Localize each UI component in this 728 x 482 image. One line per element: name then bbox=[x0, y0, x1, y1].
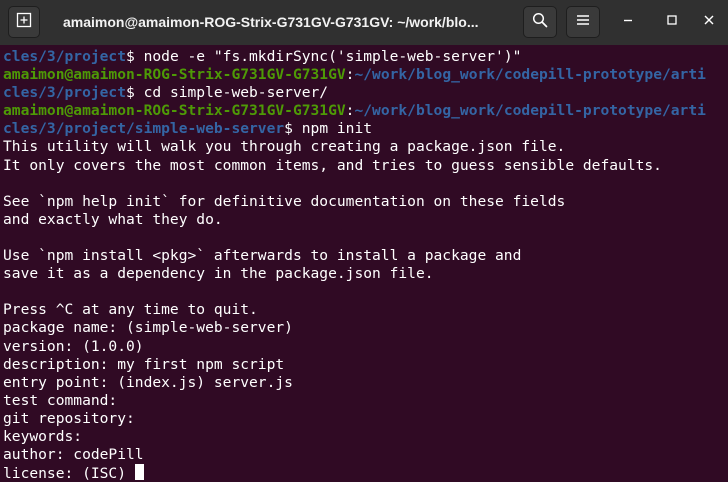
terminal-line: This utility will walk you through creat… bbox=[3, 138, 728, 156]
text-cursor bbox=[134, 464, 144, 481]
terminal-text: test command: bbox=[3, 391, 118, 409]
terminal-text: Use `npm install <pkg>` afterwards to in… bbox=[3, 247, 522, 265]
terminal-line: and exactly what they do. bbox=[3, 211, 728, 229]
terminal-text: author: codePill bbox=[3, 446, 144, 464]
terminal-text: git repository: bbox=[3, 409, 135, 427]
terminal-line: description: my first npm script bbox=[3, 356, 728, 374]
terminal-line: keywords: bbox=[3, 428, 728, 446]
terminal-text: entry point: (index.js) server.js bbox=[3, 373, 293, 391]
hamburger-menu-icon bbox=[575, 12, 591, 33]
terminal-line: cles/3/project$ node -e "fs.mkdirSync('s… bbox=[3, 48, 728, 66]
terminal-output[interactable]: cles/3/project$ node -e "fs.mkdirSync('s… bbox=[0, 45, 728, 482]
terminal-line: git repository: bbox=[3, 410, 728, 428]
prompt-path: cles/3/project/simple-web-server bbox=[3, 120, 285, 138]
terminal-text: See `npm help init` for definitive docum… bbox=[3, 192, 566, 210]
terminal-line: test command: bbox=[3, 392, 728, 410]
terminal-line: See `npm help init` for definitive docum… bbox=[3, 193, 728, 211]
terminal-line: cles/3/project/simple-web-server$ npm in… bbox=[3, 120, 728, 138]
prompt-user: amaimon@amaimon-ROG-Strix-G731GV-G731GV bbox=[3, 102, 346, 120]
terminal-line: It only covers the most common items, an… bbox=[3, 157, 728, 175]
terminal-text: This utility will walk you through creat… bbox=[3, 138, 566, 156]
search-icon bbox=[532, 12, 548, 33]
terminal-line: version: (1.0.0) bbox=[3, 338, 728, 356]
terminal-text: $ node -e "fs.mkdirSync('simple-web-serv… bbox=[126, 48, 522, 65]
terminal-text: license: (ISC) bbox=[3, 465, 135, 482]
terminal-text: Press ^C at any time to quit. bbox=[3, 301, 258, 319]
close-icon bbox=[703, 13, 715, 31]
terminal-text: It only covers the most common items, an… bbox=[3, 156, 662, 174]
terminal-line: Press ^C at any time to quit. bbox=[3, 301, 728, 319]
prompt-path: cles/3/project bbox=[3, 84, 127, 102]
terminal-line: amaimon@amaimon-ROG-Strix-G731GV-G731GV:… bbox=[3, 66, 728, 84]
new-tab-button[interactable] bbox=[8, 6, 40, 38]
terminal-line: Use `npm install <pkg>` afterwards to in… bbox=[3, 247, 728, 265]
minimize-icon bbox=[622, 13, 634, 31]
maximize-icon bbox=[666, 13, 678, 31]
terminal-text: keywords: bbox=[3, 427, 83, 445]
terminal-line: save it as a dependency in the package.j… bbox=[3, 265, 728, 283]
terminal-line: cles/3/project$ cd simple-web-server/ bbox=[3, 84, 728, 102]
terminal-line: author: codePill bbox=[3, 446, 728, 464]
prompt-user: amaimon@amaimon-ROG-Strix-G731GV-G731GV bbox=[3, 66, 346, 84]
prompt-path: ~/work/blog_work/codepill-prototype/arti bbox=[354, 66, 706, 84]
prompt-path: cles/3/project bbox=[3, 48, 127, 65]
maximize-button[interactable] bbox=[660, 10, 684, 34]
search-button[interactable] bbox=[523, 6, 557, 38]
terminal-text: description: my first npm script bbox=[3, 355, 285, 373]
minimize-button[interactable] bbox=[616, 10, 640, 34]
close-button[interactable] bbox=[697, 10, 721, 34]
window-title: amaimon@amaimon-ROG-Strix-G731GV-G731GV:… bbox=[63, 14, 479, 30]
menu-button[interactable] bbox=[566, 6, 600, 38]
terminal-text: $ npm init bbox=[284, 120, 373, 138]
terminal-window: amaimon@amaimon-ROG-Strix-G731GV-G731GV:… bbox=[0, 0, 728, 482]
terminal-text: version: (1.0.0) bbox=[3, 337, 144, 355]
terminal-text: and exactly what they do. bbox=[3, 210, 223, 228]
terminal-text: save it as a dependency in the package.j… bbox=[3, 265, 434, 283]
terminal-text: package name: (simple-web-server) bbox=[3, 319, 293, 337]
title-bar[interactable]: amaimon@amaimon-ROG-Strix-G731GV-G731GV:… bbox=[0, 0, 728, 45]
terminal-line: package name: (simple-web-server) bbox=[3, 319, 728, 337]
terminal-scrollbar[interactable] bbox=[722, 45, 728, 482]
terminal-text: $ cd simple-web-server/ bbox=[126, 84, 329, 102]
terminal-line: amaimon@amaimon-ROG-Strix-G731GV-G731GV:… bbox=[3, 102, 728, 120]
terminal-line: license: (ISC) bbox=[3, 464, 728, 482]
prompt-path: ~/work/blog_work/codepill-prototype/arti bbox=[354, 102, 706, 120]
terminal-line: entry point: (index.js) server.js bbox=[3, 374, 728, 392]
new-tab-icon bbox=[16, 12, 32, 33]
